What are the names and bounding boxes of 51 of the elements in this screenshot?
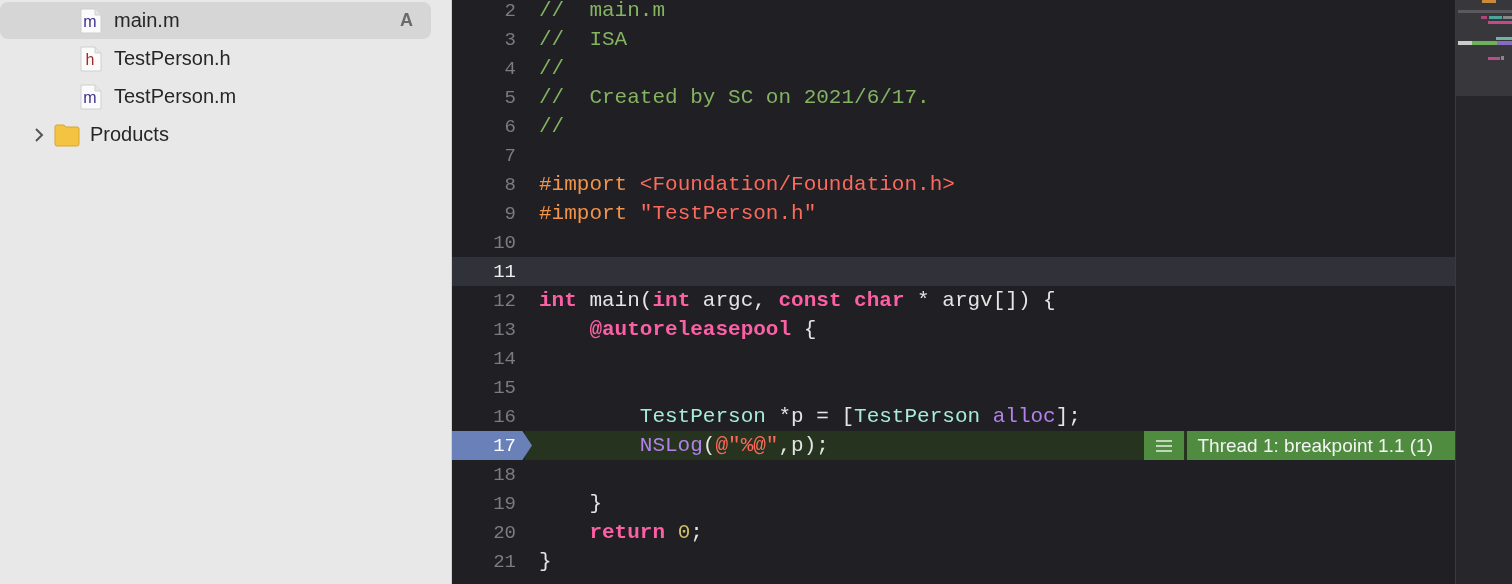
line-number: 6	[504, 115, 516, 138]
code-line: // Created by SC on 2021/6/17.	[539, 86, 930, 109]
code-line: @autoreleasepool {	[588, 318, 817, 341]
file-name: TestPerson.m	[114, 85, 238, 108]
code-line: int main(int argc, const char * argv[]) {	[539, 289, 1056, 312]
line-number: 2	[504, 0, 516, 22]
breakpoint-annotation: Thread 1: breakpoint 1.1 (1)	[1187, 431, 1455, 460]
code-line: //	[539, 115, 565, 138]
line-number: 20	[493, 521, 516, 544]
file-item[interactable]: m main.m A	[0, 2, 431, 39]
folder-icon	[54, 122, 80, 147]
file-name: main.m	[114, 9, 181, 32]
chevron-icon[interactable]	[33, 126, 45, 143]
menu-icon[interactable]	[1144, 431, 1185, 460]
line-number: 12	[493, 289, 516, 312]
code-line: //	[539, 57, 565, 80]
line-number: 3	[504, 28, 516, 51]
line-number: 15	[493, 376, 516, 399]
file-icon: m	[80, 83, 102, 110]
group-item[interactable]: Products	[0, 116, 431, 153]
code-line: // main.m	[539, 0, 666, 22]
code-line: }	[539, 550, 552, 573]
file-item[interactable]: h TestPerson.h	[0, 40, 431, 77]
code-line: TestPerson *p = [TestPerson alloc];	[638, 405, 1081, 428]
line-number: 5	[504, 86, 516, 109]
file-item[interactable]: m TestPerson.m	[0, 78, 431, 115]
file-icon: m	[80, 7, 102, 34]
line-number: 14	[493, 347, 516, 370]
line-number: 19	[493, 492, 516, 515]
code-line: #import <Foundation/Foundation.h>	[539, 173, 955, 196]
line-number: 13	[493, 318, 516, 341]
line-number: 16	[493, 405, 516, 428]
line-number: 9	[504, 202, 516, 225]
line-number: 11	[493, 260, 516, 283]
line-number: 7	[504, 144, 516, 167]
code-line: #import "TestPerson.h"	[539, 202, 817, 225]
breakpoint-marker[interactable]: 17	[452, 431, 532, 460]
status-label: A	[400, 10, 413, 31]
line-number: 17	[493, 434, 516, 457]
code-line: return 0;	[588, 521, 703, 544]
line-number: 18	[493, 463, 516, 486]
group-name: Products	[90, 123, 170, 146]
code-line: NSLog(@"%@",p);	[638, 434, 829, 457]
line-number: 10	[493, 231, 516, 254]
line-number: 8	[504, 173, 516, 196]
code-line: }	[588, 492, 602, 515]
line-number: 21	[493, 550, 516, 573]
file-name: TestPerson.h	[114, 47, 232, 70]
line-number: 4	[504, 57, 516, 80]
file-icon: h	[80, 45, 102, 72]
code-line: // ISA	[539, 28, 628, 51]
